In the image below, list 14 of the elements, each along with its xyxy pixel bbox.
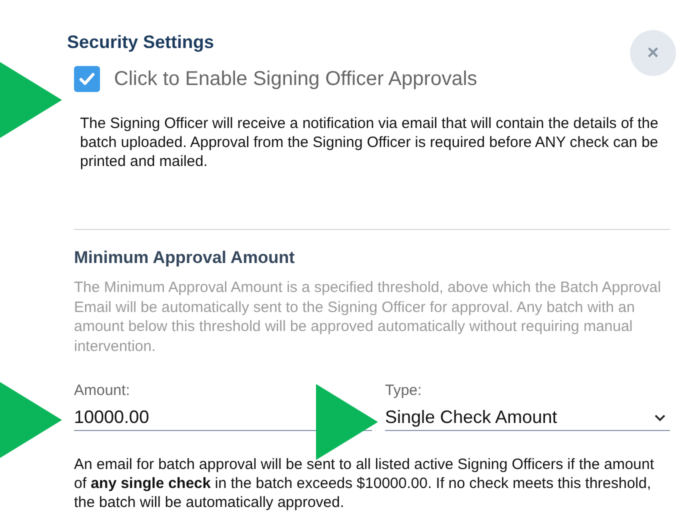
pointer-arrow-icon	[0, 382, 62, 458]
section-heading: Minimum Approval Amount	[74, 248, 296, 268]
checkbox-label: Click to Enable Signing Officer Approvals	[114, 68, 478, 90]
field-label: Amount:	[74, 382, 131, 399]
checkbox[interactable]	[74, 66, 100, 92]
settings-title: Security Settings	[67, 32, 214, 53]
chevron-icon	[654, 414, 666, 422]
section-description: The Minimum Approval Amount is a specified threshold, above which the Batch Approval Email will be automatically sent to the Signing Officer for approval. Any batch with an amount below this threshold will be approved automatically without requiring manual intervention.	[74, 278, 662, 356]
field-label: Type:	[385, 382, 423, 399]
pointer-arrow-icon	[316, 384, 378, 460]
pointer-arrow-icon	[0, 62, 62, 138]
description-text: The Signing Officer will receive a notification via email that will contain the details of the batch uploaded. Approval from the Signing Officer is required before ANY check can be printed and mailed.	[80, 114, 660, 171]
type-dropdown[interactable]: Single Check Amount	[385, 405, 670, 431]
summary-text: An email for batch approval will be sent to all listed active Signing Officers if the amount of any single check in the batch exceeds $10000.00. If no check meets this threshold, the batch will be automatically approved.	[74, 455, 656, 512]
